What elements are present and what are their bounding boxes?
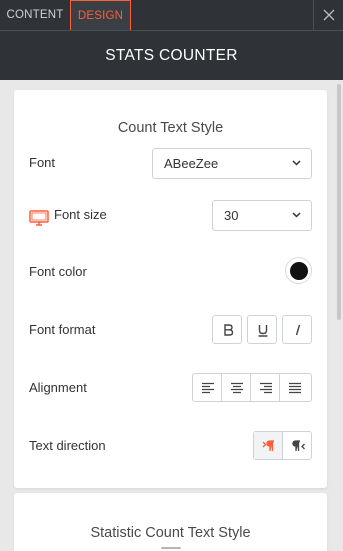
settings-scroll-area[interactable]: Count Text Style Font ABeeZee Font size … <box>0 80 343 551</box>
text-direction-group <box>253 431 312 460</box>
justify-icon <box>289 382 301 394</box>
section-title: Count Text Style <box>117 120 224 136</box>
align-center-button[interactable] <box>222 374 251 401</box>
font-size-select[interactable]: 30 <box>212 200 312 231</box>
section-title: Statistic Count Text Style <box>90 525 251 541</box>
font-select-value: ABeeZee <box>164 156 219 171</box>
bold-button[interactable] <box>212 315 242 344</box>
text-direction-label: Text direction <box>29 438 106 453</box>
alignment-label: Alignment <box>29 380 87 395</box>
panel-title: STATS COUNTER <box>105 47 238 64</box>
italic-icon <box>295 324 301 336</box>
underline-button[interactable] <box>247 315 277 344</box>
underline-icon <box>258 325 268 337</box>
alignment-group <box>192 373 312 402</box>
statistic-count-text-style-card: Statistic Count Text Style <box>14 493 327 551</box>
color-dot <box>289 261 308 280</box>
resize-grip[interactable] <box>161 547 181 549</box>
align-right-icon <box>260 382 272 394</box>
close-icon <box>323 9 335 21</box>
font-color-picker[interactable] <box>285 257 312 284</box>
tab-design[interactable]: DESIGN <box>70 0 131 30</box>
italic-button[interactable] <box>282 315 312 344</box>
align-left-button[interactable] <box>193 374 222 401</box>
font-size-value: 30 <box>224 208 239 223</box>
tab-bar: CONTENT DESIGN <box>0 0 343 30</box>
ltr-button[interactable] <box>254 432 283 459</box>
rtl-paragraph-icon <box>292 440 305 451</box>
rtl-button[interactable] <box>283 432 311 459</box>
align-center-icon <box>231 382 243 394</box>
ltr-paragraph-icon <box>262 440 274 451</box>
align-right-button[interactable] <box>251 374 280 401</box>
bold-icon <box>224 324 234 336</box>
font-label: Font <box>29 155 56 170</box>
close-button[interactable] <box>313 0 343 30</box>
justify-button[interactable] <box>280 374 311 401</box>
font-format-label: Font format <box>29 322 96 337</box>
tab-content[interactable]: CONTENT <box>0 0 70 30</box>
count-text-style-card: Count Text Style Font ABeeZee Font size … <box>14 90 327 488</box>
chevron-down-icon <box>292 160 301 166</box>
scrollbar[interactable] <box>337 84 341 320</box>
align-left-icon <box>202 382 214 394</box>
font-size-label: Font size <box>54 207 107 222</box>
desktop-monitor-icon[interactable] <box>29 210 49 226</box>
panel-header: CONTENT DESIGN STATS COUNTER <box>0 0 343 80</box>
font-color-label: Font color <box>29 264 87 279</box>
chevron-down-icon <box>292 212 301 218</box>
font-select[interactable]: ABeeZee <box>152 148 312 179</box>
